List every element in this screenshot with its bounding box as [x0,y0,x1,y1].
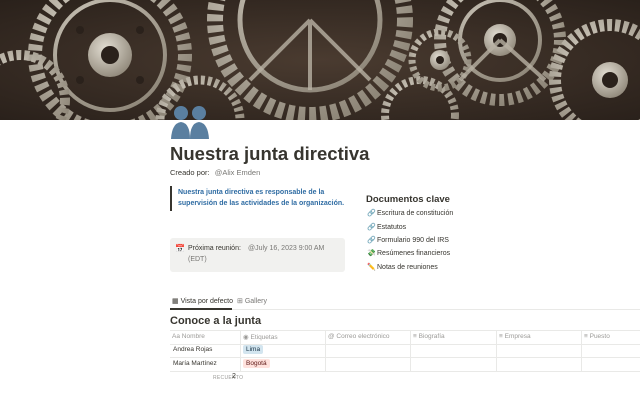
cover-image[interactable] [0,0,640,120]
table-row[interactable]: Andrea Rojas Lima [170,343,640,358]
cell-name[interactable]: Andrea Rojas [173,346,212,353]
table-row[interactable]: María Martínez Bogotá [170,357,640,372]
link-icon: 🔗 [367,210,376,217]
column-header-correo[interactable]: @ Correo electrónico [328,333,390,340]
database-title[interactable]: Conoce a la junta [170,315,261,327]
tag-pill[interactable]: Bogotá [243,359,270,368]
text-property-icon: ≡ [499,333,503,340]
tag-pill[interactable]: Lima [243,345,264,354]
column-header-puesto[interactable]: ≡ Puesto [584,333,610,340]
link-icon: 🔗 [367,224,376,231]
text-property-icon: ≡ [584,333,588,340]
calendar-icon: 📅 [175,244,185,253]
cell-name[interactable]: María Martínez [173,360,217,367]
link-icon: 🔗 [367,237,376,244]
money-icon: 💸 [367,250,376,257]
created-by-property: Creado por: @Alix Emden [170,168,260,177]
quote-block[interactable]: Nuestra junta directiva es responsable d… [170,186,348,211]
pencil-icon: ✏️ [367,264,376,271]
doc-link-escritura[interactable]: 🔗Escritura de constitución [367,209,453,217]
group-users-icon[interactable] [170,103,210,139]
table-view-icon: ▦ [172,298,179,305]
doc-link-notas-reuniones[interactable]: ✏️Notas de reuniones [367,263,438,271]
next-meeting-timezone: (EDT) [188,256,207,263]
column-header-etiquetas[interactable]: ◉ Etiquetas [243,333,278,341]
created-by-mention[interactable]: @Alix Emden [215,168,261,177]
row-count-label: RECUENTO [213,375,244,381]
doc-link-estatutos[interactable]: 🔗Estatutos [367,223,406,231]
next-meeting-label: Próxima reunión: [188,245,241,252]
tab-gallery[interactable]: ⊞ Gallery [237,297,267,305]
doc-link-resumenes-financieros[interactable]: 💸Resúmenes financieros [367,249,450,257]
next-meeting-callout[interactable]: 📅 Próxima reunión: @July 16, 2023 9:00 A… [170,238,345,272]
multiselect-property-icon: ◉ [243,334,249,341]
created-by-label: Creado por: [170,168,210,177]
column-header-empresa[interactable]: ≡ Empresa [499,333,531,340]
active-tab-indicator [170,308,232,310]
doc-link-formulario-990[interactable]: 🔗Formulario 990 del IRS [367,236,449,244]
text-property-icon: Aa [172,333,180,340]
row-count-value: 2 [232,373,236,380]
column-header-biografia[interactable]: ≡ Biografía [413,333,445,340]
tab-vista-por-defecto[interactable]: ▦ Vista por defecto [172,297,233,305]
text-property-icon: ≡ [413,333,417,340]
column-header-nombre[interactable]: Aa Nombre [172,333,205,340]
page-title[interactable]: Nuestra junta directiva [170,143,369,165]
key-documents-heading: Documentos clave [366,194,450,205]
next-meeting-date[interactable]: @July 16, 2023 9:00 AM [248,245,324,252]
gears-illustration [0,0,640,120]
tabs-divider [170,309,640,310]
gallery-view-icon: ⊞ [237,298,243,305]
email-property-icon: @ [328,333,335,340]
